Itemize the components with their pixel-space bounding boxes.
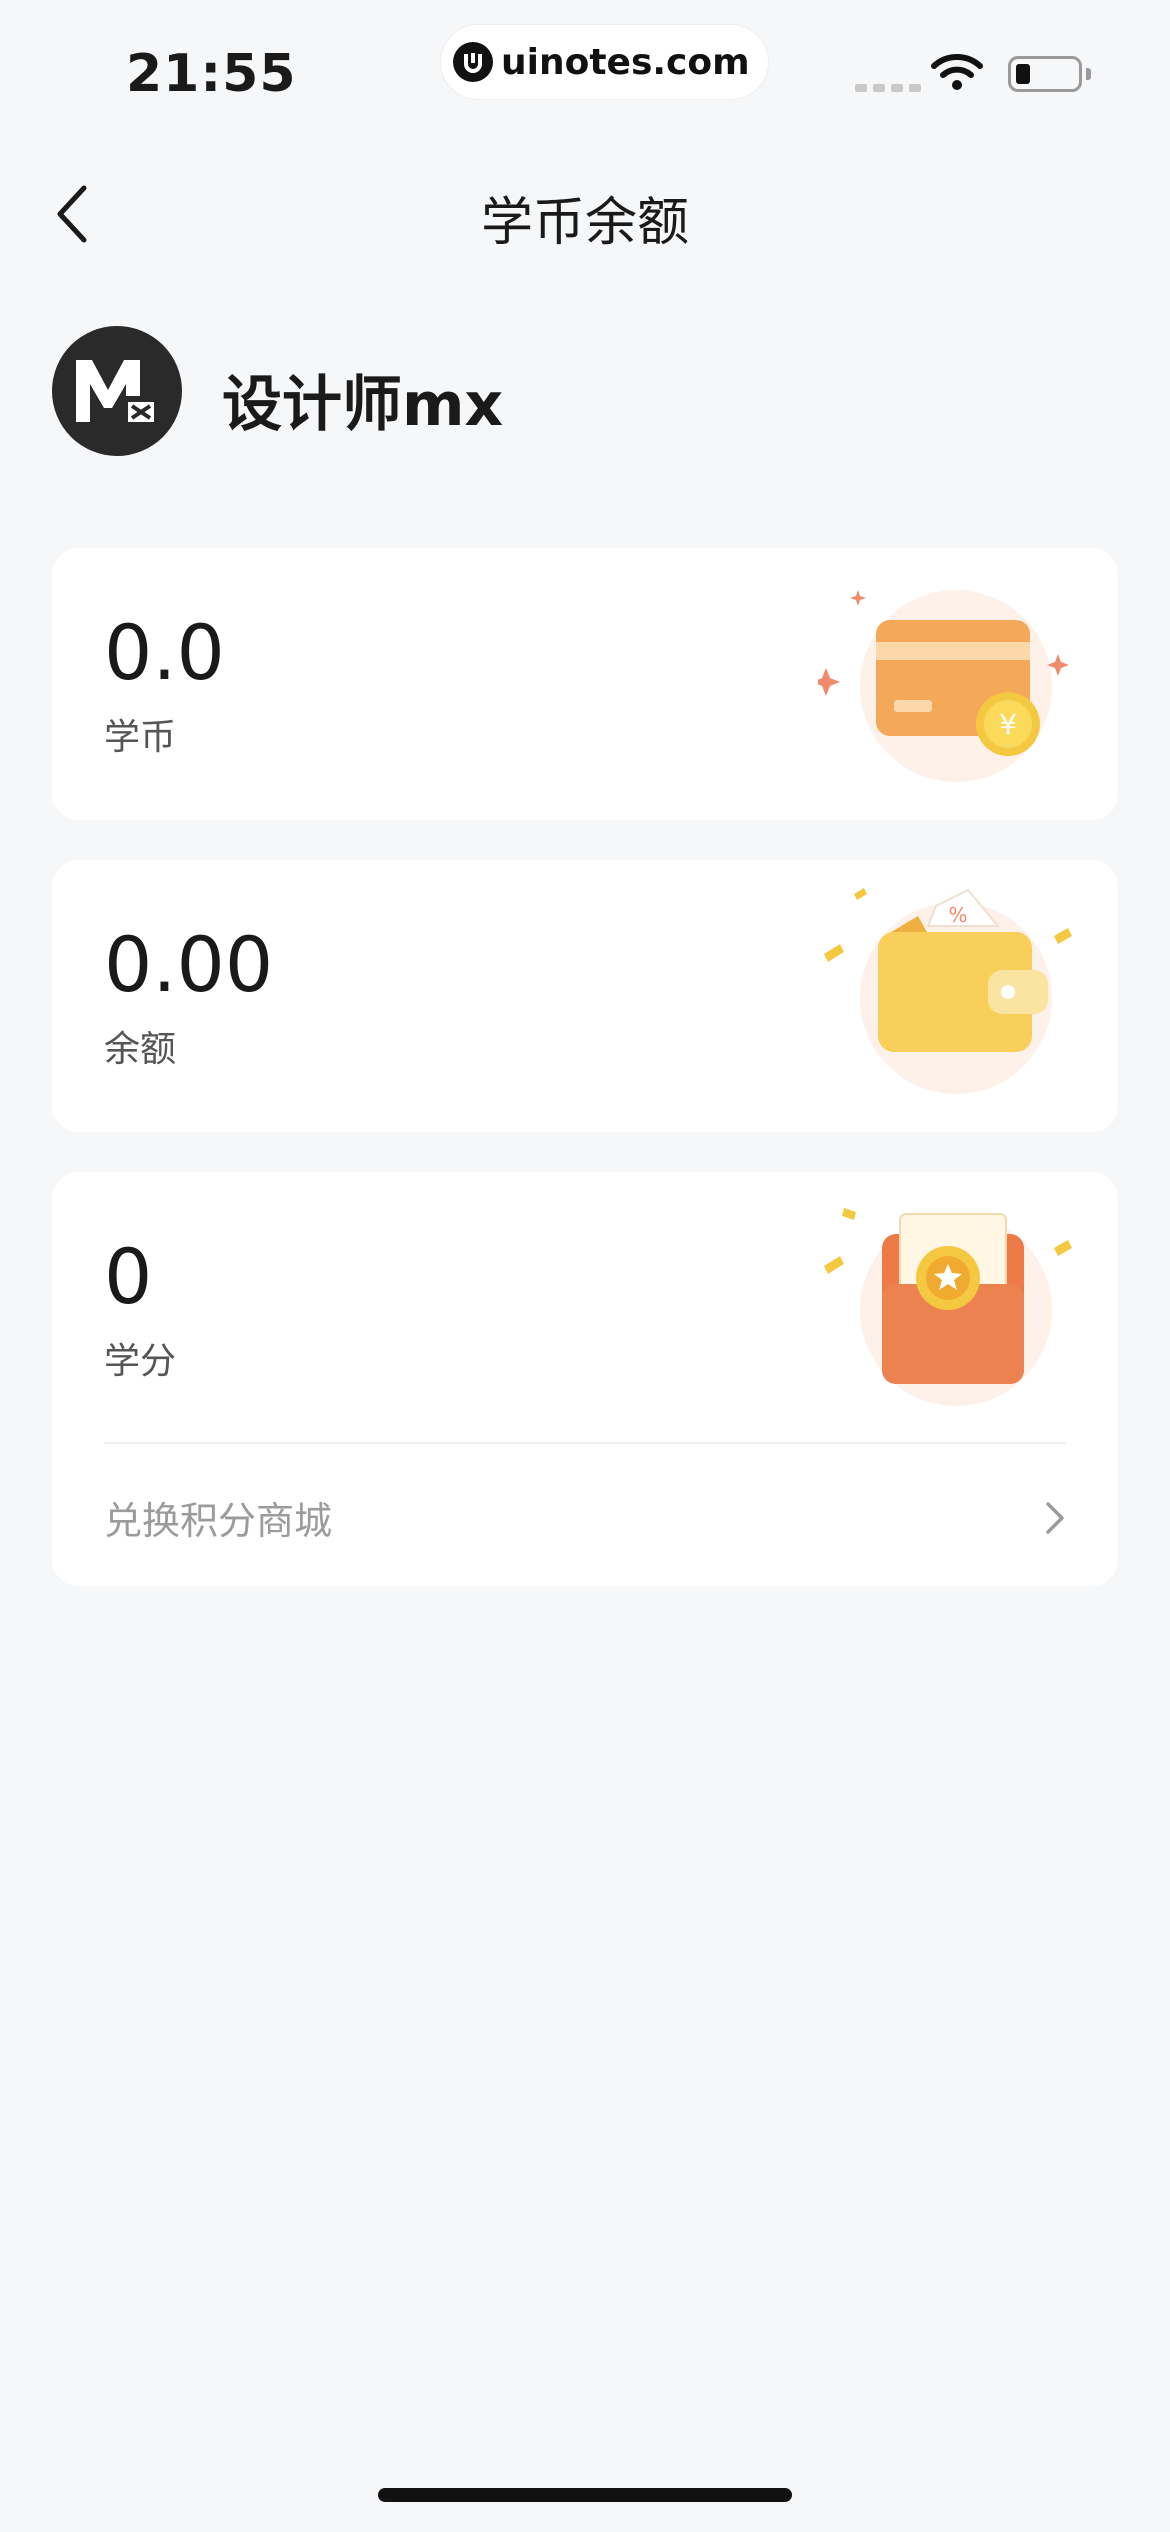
wifi-icon [930, 52, 984, 96]
page-title: 学币余额 [480, 193, 689, 253]
mx-logo-avatar [76, 360, 154, 422]
watermark-text: uinotes.com [501, 41, 750, 83]
chevron-right-icon [1046, 1502, 1064, 1534]
exchange-mall-label: 兑换积分商城 [104, 1499, 333, 1543]
nav-bar: 学币余额 [0, 160, 1170, 270]
balance-label: 余额 [104, 1029, 177, 1070]
status-time: 21:55 [126, 44, 297, 104]
signal-icon [855, 84, 921, 92]
coin-card[interactable]: 0.0 学币 ¥ [52, 548, 1118, 820]
home-indicator[interactable] [378, 2488, 792, 2502]
credits-label: 学分 [104, 1341, 177, 1382]
balance-value: 0.00 [104, 920, 274, 1009]
battery-tip [1086, 68, 1091, 80]
red-envelope-illustration [818, 1198, 1078, 1418]
watermark-badge: uinotes.com [440, 24, 769, 100]
status-bar: 21:55 uinotes.com [0, 0, 1170, 130]
exchange-mall-link[interactable]: 兑换积分商城 [52, 1444, 1118, 1586]
wallet-illustration: % [818, 886, 1078, 1106]
svg-text:¥: ¥ [999, 708, 1017, 741]
avatar [52, 326, 182, 456]
watermark-logo-icon [453, 42, 493, 82]
card-coin-illustration: ¥ [812, 574, 1078, 794]
coin-label: 学币 [104, 717, 177, 758]
coin-value: 0.0 [104, 608, 225, 697]
balance-card[interactable]: 0.00 余额 % [52, 860, 1118, 1132]
username: 设计师mx [222, 370, 504, 440]
svg-text:%: % [948, 903, 967, 927]
battery-icon [1008, 56, 1082, 92]
credits-value: 0 [104, 1232, 153, 1321]
credits-card: 0 学分 兑换积分商城 [52, 1172, 1118, 1586]
